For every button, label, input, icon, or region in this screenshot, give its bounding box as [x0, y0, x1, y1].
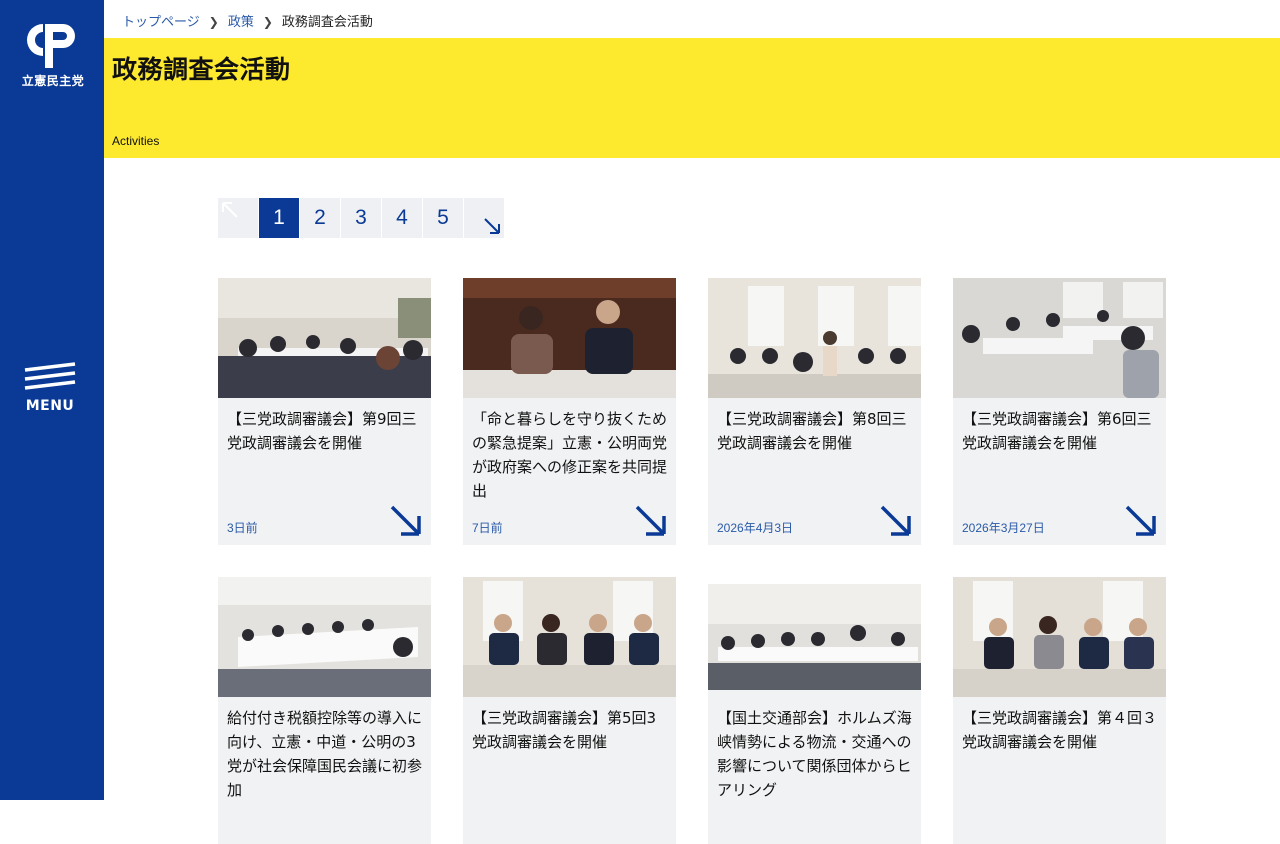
arrow-up-left-icon [222, 202, 238, 218]
article-card[interactable]: 【三党政調審議会】第9回三党政調審議会を開催 3日前 [218, 278, 431, 545]
arrow-down-right-icon [390, 505, 421, 536]
article-title: 給付付き税額控除等の導入に向け、立憲・中道・公明の3党が社会保障国民会議に初参加 [227, 709, 423, 799]
arrow-down-right-icon [635, 505, 666, 536]
arrow-down-right-icon [1125, 505, 1156, 536]
main-content: トップページ ❯ 政策 ❯ 政務調査会活動 政務調査会活動 Activities 1 2… [104, 0, 1280, 844]
article-card[interactable]: 【三党政調審議会】第5回3党政調審議会を開催 [463, 577, 676, 844]
article-card[interactable]: 【三党政調審議会】第8回三党政調審議会を開催 2026年4月3日 [708, 278, 921, 545]
arrow-down-right-icon [484, 218, 500, 234]
page-3[interactable]: 3 [341, 198, 381, 238]
article-date: 3日前 [227, 521, 258, 535]
page-subtitle: Activities [112, 134, 160, 148]
page-4[interactable]: 4 [382, 198, 422, 238]
page-title: 政務調査会活動 [112, 55, 291, 84]
page-5[interactable]: 5 [423, 198, 463, 238]
page-1[interactable]: 1 [259, 198, 299, 238]
article-title: 【三党政調審議会】第４回３党政調審議会を開催 [962, 709, 1158, 751]
breadcrumb: トップページ ❯ 政策 ❯ 政務調査会活動 [122, 11, 373, 30]
article-title: 【三党政調審議会】第9回三党政調審議会を開催 [227, 410, 417, 452]
menu-label: MENU [25, 398, 75, 414]
breadcrumb-home[interactable]: トップページ [122, 15, 200, 30]
article-photo [708, 278, 921, 398]
sidebar: 立憲民主党 MENU [0, 0, 104, 800]
article-card[interactable]: 【三党政調審議会】第４回３党政調審議会を開催 [953, 577, 1166, 844]
article-photo [218, 278, 431, 398]
pagination-prev[interactable] [218, 198, 258, 238]
article-photo [218, 577, 431, 697]
chevron-right-icon: ❯ [208, 15, 219, 29]
article-date: 2026年4月3日 [717, 521, 794, 535]
chevron-right-icon: ❯ [262, 15, 273, 29]
party-logo[interactable]: 立憲民主党 [18, 22, 88, 89]
article-title: 【三党政調審議会】第6回三党政調審議会を開催 [962, 410, 1152, 452]
page-banner: 政務調査会活動 Activities [104, 38, 1280, 158]
article-title: 【国土交通部会】ホルムズ海峡情勢による物流・交通への影響について関係団体からヒア… [717, 709, 912, 799]
arrow-down-right-icon [880, 505, 911, 536]
article-date: 2026年3月27日 [962, 521, 1045, 535]
party-name: 立憲民主党 [21, 74, 85, 88]
article-title: 【三党政調審議会】第5回3党政調審議会を開催 [472, 709, 657, 751]
article-date: 7日前 [472, 521, 503, 535]
hamburger-icon [24, 362, 76, 390]
article-photo [708, 577, 921, 697]
article-photo [463, 278, 676, 398]
article-card[interactable]: 【国土交通部会】ホルムズ海峡情勢による物流・交通への影響について関係団体からヒア… [708, 577, 921, 844]
article-photo [463, 577, 676, 697]
breadcrumb-current: 政務調査会活動 [281, 15, 373, 30]
article-title: 【三党政調審議会】第8回三党政調審議会を開催 [717, 410, 907, 452]
menu-button[interactable]: MENU [18, 362, 82, 414]
article-card[interactable]: 「命と暮らしを守り抜くための緊急提案」立憲・公明両党が政府案への修正案を共同提出… [463, 278, 676, 545]
article-title: 「命と暮らしを守り抜くための緊急提案」立憲・公明両党が政府案への修正案を共同提出 [472, 410, 668, 500]
article-photo [953, 577, 1166, 697]
article-photo [953, 278, 1166, 398]
article-card[interactable]: 給付付き税額控除等の導入に向け、立憲・中道・公明の3党が社会保障国民会議に初参加 [218, 577, 431, 844]
pagination-next[interactable] [464, 198, 504, 238]
breadcrumb-policy[interactable]: 政策 [228, 15, 254, 30]
page-2[interactable]: 2 [300, 198, 340, 238]
cdp-logo-icon [27, 24, 75, 68]
pagination: 1 2 3 4 5 [218, 198, 505, 238]
article-card[interactable]: 【三党政調審議会】第6回三党政調審議会を開催 2026年3月27日 [953, 278, 1166, 545]
